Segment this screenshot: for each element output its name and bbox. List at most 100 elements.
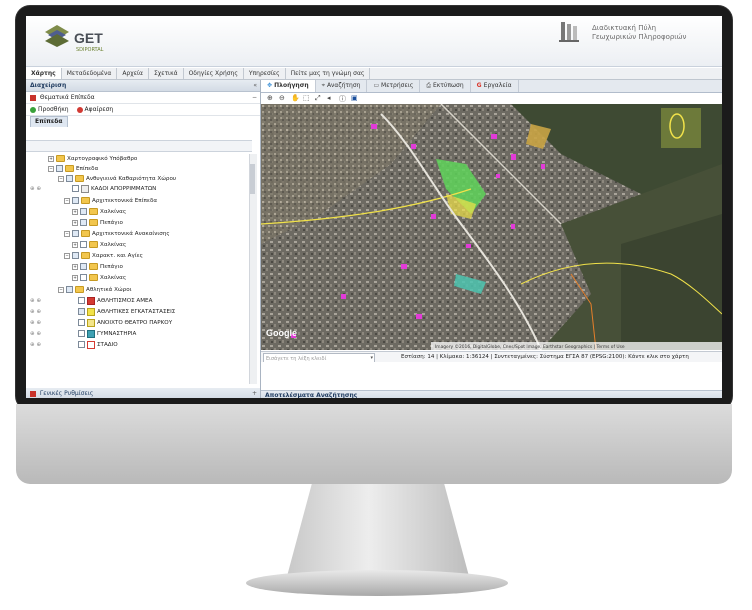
remove-button[interactable]: Αφαίρεση (76, 106, 113, 113)
tree-node[interactable]: ΑΝΟΙΧΤΟ ΘΕΑΤΡΟ ΠΑΡΚΟΥ (78, 318, 172, 328)
tree-node[interactable]: ΑΘΛΗΤΙΚΕΣ ΕΓΚΑΤΑΣΤΑΣΕΙΣ (78, 307, 175, 317)
full-extent-icon[interactable]: ⤢ (315, 94, 321, 103)
section-collapse-icon[interactable]: − (252, 92, 257, 103)
tree-node[interactable]: + Χαλκίνας (72, 207, 126, 217)
layer-toolbar: Προσθήκη Αφαίρεση (26, 104, 260, 116)
folder-icon (81, 230, 90, 237)
save-icon[interactable]: ▣ (351, 94, 358, 102)
layer-checkbox[interactable] (78, 319, 85, 326)
row-controls-icon[interactable]: ⊕ ⊕ (30, 307, 41, 317)
layer-checkbox[interactable] (66, 286, 73, 293)
row-controls-icon[interactable]: ⊕ ⊕ (30, 340, 41, 350)
menu-item-feedback[interactable]: Πείτε μας τη γνώμη σας (286, 68, 371, 79)
add-button[interactable]: Προσθήκη (30, 106, 69, 113)
layer-checkbox[interactable] (80, 219, 87, 226)
tab-layers[interactable]: Επίπεδα (30, 116, 68, 127)
tree-node[interactable]: − Επίπεδα (48, 164, 98, 174)
tree-node[interactable]: + Χαρτογραφικό Υπόβαθρο (48, 154, 137, 164)
expand-icon[interactable]: + (72, 219, 78, 226)
menu-item-metadata[interactable]: Μεταδεδομένα (62, 68, 118, 79)
expand-icon[interactable]: + (72, 274, 78, 281)
chevron-down-icon[interactable]: ▾ (370, 354, 373, 362)
layer-icon (87, 296, 95, 305)
layer-checkbox[interactable] (78, 308, 85, 315)
map-attribution: Imagery ©2016, DigitalGlobe, Cnes/Spot I… (435, 343, 625, 350)
menu-item-about[interactable]: Σχετικά (149, 68, 184, 79)
layer-checkbox[interactable] (80, 241, 87, 248)
layer-checkbox[interactable] (80, 208, 87, 215)
tree-scrollbar-thumb[interactable] (250, 164, 255, 194)
map-status-bar: Εισάγετε τη λέξη κλειδί ▾ Εστίαση: 14 | … (261, 351, 722, 363)
expand-icon[interactable]: + (48, 155, 54, 162)
tab-measurements[interactable]: ▭ Μετρήσεις (367, 80, 421, 92)
layer-checkbox[interactable] (78, 297, 85, 304)
expand-icon[interactable]: − (58, 175, 64, 182)
monitor-stand-base (246, 570, 508, 596)
tree-node[interactable]: ΚΑΔΟΙ ΑΠΟΡΡΙΜΜΑΤΩΝ (72, 184, 156, 194)
google-watermark: Google (266, 328, 297, 338)
layer-checkbox[interactable] (78, 341, 85, 348)
tab-print[interactable]: ⎙ Εκτύπωση (420, 80, 471, 92)
expand-icon[interactable]: + (72, 241, 78, 248)
tree-node[interactable]: − Αρχιτεκτονικά Ανακαίνισης (64, 229, 170, 239)
expand-icon[interactable]: − (64, 197, 70, 204)
settings-bar[interactable]: Γενικές Ρυθμίσεις + (26, 388, 260, 398)
tab-search[interactable]: ⌖ Αναζήτηση (316, 80, 368, 92)
expand-icon[interactable]: − (58, 286, 64, 293)
tree-node[interactable]: − Ανθυγιεινά Καθαριότητα Χώρου (58, 174, 176, 184)
tree-node[interactable]: ΣΤΑΔΙΟ (78, 340, 118, 350)
zoom-box-icon[interactable]: ⬚ (303, 94, 310, 102)
layer-checkbox[interactable] (56, 165, 63, 172)
zoom-out-icon[interactable]: ⊖ (279, 94, 285, 102)
expand-icon[interactable]: + (72, 263, 78, 270)
collapse-icon[interactable]: « (253, 80, 257, 91)
tree-node[interactable]: ΑΘΛΗΤΙΣΜΟΣ ΑΜΕΑ (78, 296, 152, 306)
government-emblem-icon (559, 22, 579, 42)
folder-icon (89, 219, 98, 226)
expand-icon[interactable]: + (252, 388, 257, 398)
row-controls-icon[interactable]: ⊕ ⊕ (30, 329, 41, 339)
tree-node[interactable]: − Χαρακτ. και Αγίες (64, 251, 143, 261)
layer-checkbox[interactable] (72, 197, 79, 204)
expand-icon[interactable]: − (64, 252, 70, 259)
folder-icon (89, 241, 98, 248)
previous-extent-icon[interactable]: ◂ (327, 94, 331, 102)
tree-node[interactable]: + Πεπάγιο (72, 262, 123, 272)
expand-icon[interactable]: − (48, 165, 54, 172)
layer-checkbox[interactable] (72, 230, 79, 237)
row-controls-icon[interactable]: ⊕ ⊕ (30, 296, 41, 306)
layer-icon (87, 329, 95, 338)
row-controls-icon[interactable]: ⊕ ⊕ (30, 184, 41, 194)
layer-checkbox[interactable] (72, 252, 79, 259)
menu-item-files[interactable]: Αρχεία (117, 68, 149, 79)
monitor-chin (16, 404, 732, 484)
layer-panel: Διαχείριση « Θεματικά Επίπεδα − Προσθήκη… (26, 80, 261, 398)
layer-checkbox[interactable] (72, 185, 79, 192)
search-results-bar[interactable]: Αποτελέσματα Αναζήτησης (261, 390, 722, 398)
tab-tools[interactable]: G Εργαλεία (471, 80, 519, 92)
row-controls-icon[interactable]: ⊕ ⊕ (30, 318, 41, 328)
layer-checkbox[interactable] (80, 263, 87, 270)
tree-node[interactable]: + Πεπάγιο (72, 218, 123, 228)
menu-item-map[interactable]: Χάρτης (26, 68, 62, 79)
tree-node[interactable]: − Αθλητικά Χώροι (58, 285, 132, 295)
tree-node[interactable]: ΓΥΜΝΑΣΤΗΡΙΑ (78, 329, 136, 339)
menu-item-services[interactable]: Υπηρεσίες (244, 68, 286, 79)
folder-icon (65, 165, 74, 172)
menu-item-guide[interactable]: Οδηγίες Χρήσης (184, 68, 244, 79)
layer-checkbox[interactable] (66, 175, 73, 182)
pan-icon[interactable]: ✋ (291, 94, 300, 102)
tree-node[interactable]: + Χαλκίνας (72, 240, 126, 250)
tree-node[interactable]: − Αρχιτεκτονικά Επίπεδα (64, 196, 157, 206)
folder-icon (89, 274, 98, 281)
tree-node[interactable]: + Χαλκίνας (72, 273, 126, 283)
layer-checkbox[interactable] (80, 274, 87, 281)
expand-icon[interactable]: − (64, 230, 70, 237)
tab-navigation[interactable]: ✥ Πλοήγηση (261, 80, 316, 92)
expand-icon[interactable]: + (72, 208, 78, 215)
info-icon[interactable]: ⓘ (339, 94, 346, 104)
layer-checkbox[interactable] (78, 330, 85, 337)
satellite-map[interactable]: Google Imagery ©2016, DigitalGlobe, Cnes… (261, 104, 722, 350)
folder-icon (89, 263, 98, 270)
zoom-in-icon[interactable]: ⊕ (267, 94, 273, 102)
